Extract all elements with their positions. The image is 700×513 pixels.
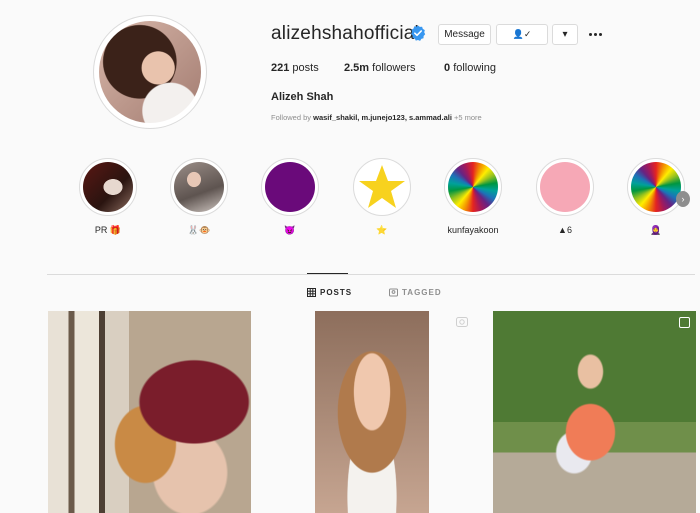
post-thumbnail[interactable] bbox=[48, 311, 251, 513]
star-icon bbox=[359, 165, 405, 208]
highlight-6[interactable] bbox=[536, 158, 594, 216]
highlight-cover bbox=[357, 162, 407, 212]
highlight-2[interactable] bbox=[170, 158, 228, 216]
tab-tagged-label: TAGGED bbox=[402, 288, 442, 297]
followed-by-prefix: Followed by bbox=[271, 113, 314, 122]
highlight-4[interactable] bbox=[353, 158, 411, 216]
followed-by-more: +5 more bbox=[451, 113, 482, 122]
highlight-cover bbox=[174, 162, 224, 212]
highlight-cover bbox=[540, 162, 590, 212]
tab-posts[interactable]: POSTS bbox=[307, 288, 352, 297]
message-button[interactable]: Message bbox=[438, 24, 491, 45]
posts-stat: 221 posts bbox=[271, 62, 319, 74]
suggested-dropdown-button[interactable]: ▾ bbox=[552, 24, 578, 45]
highlight-7[interactable] bbox=[627, 158, 685, 216]
highlight-cover bbox=[448, 162, 498, 212]
following-stat[interactable]: 0 following bbox=[444, 62, 496, 74]
highlight-label: kunfayakoon bbox=[447, 225, 499, 235]
chevron-right-icon: › bbox=[681, 194, 685, 204]
post-image bbox=[315, 311, 429, 513]
following-button[interactable]: 👤✓ bbox=[496, 24, 548, 45]
highlight-3[interactable] bbox=[261, 158, 319, 216]
more-options-button[interactable] bbox=[585, 27, 605, 41]
user-check-icon: 👤✓ bbox=[512, 29, 532, 39]
followers-count: 2.5m bbox=[344, 62, 370, 74]
highlight-label: ⭐ bbox=[376, 225, 388, 235]
highlight-kunfayakoon[interactable] bbox=[444, 158, 502, 216]
more-dot-icon bbox=[588, 32, 592, 36]
highlight-label: PR 🎁 bbox=[94, 225, 122, 235]
carousel-icon bbox=[679, 317, 690, 328]
followers-label: followers bbox=[372, 62, 416, 74]
highlight-label: 🧕 bbox=[650, 225, 662, 235]
highlight-cover bbox=[631, 162, 681, 212]
post-thumbnail[interactable] bbox=[493, 311, 696, 513]
highlight-label: ▲6 bbox=[558, 225, 572, 235]
tabs-divider bbox=[47, 274, 695, 275]
followed-by-text[interactable]: Followed by wasif_shakil, m.junejo123, s… bbox=[271, 113, 482, 122]
post-thumbnail[interactable] bbox=[270, 311, 473, 513]
followers-stat[interactable]: 2.5m followers bbox=[344, 62, 416, 74]
posts-label: posts bbox=[292, 62, 319, 74]
avatar-image bbox=[99, 21, 201, 123]
highlight-pr[interactable] bbox=[79, 158, 137, 216]
following-count: 0 bbox=[444, 62, 451, 74]
video-icon bbox=[456, 317, 468, 327]
profile-avatar[interactable] bbox=[93, 15, 207, 129]
tagged-icon bbox=[389, 288, 398, 297]
active-tab-indicator bbox=[307, 273, 348, 274]
highlight-cover bbox=[265, 162, 315, 212]
profile-username: alizehshahofficial bbox=[271, 23, 419, 44]
verified-badge-icon bbox=[411, 25, 426, 41]
more-dot-icon bbox=[593, 32, 597, 36]
tab-posts-label: POSTS bbox=[320, 288, 353, 297]
posts-count: 221 bbox=[271, 62, 290, 74]
followed-by-users: wasif_shakil, m.junejo123, s.ammad.ali bbox=[313, 113, 452, 122]
highlight-label: 🐰🐵 bbox=[187, 225, 211, 235]
more-dot-icon bbox=[598, 32, 602, 36]
profile-full-name: Alizeh Shah bbox=[271, 91, 334, 103]
tab-tagged[interactable]: TAGGED bbox=[389, 288, 442, 297]
highlight-label: 😈 bbox=[284, 225, 296, 235]
following-label: following bbox=[453, 62, 496, 74]
grid-icon bbox=[307, 288, 316, 297]
chevron-down-icon: ▾ bbox=[562, 29, 568, 40]
highlights-next-button[interactable]: › bbox=[676, 191, 690, 207]
highlight-cover bbox=[83, 162, 133, 212]
